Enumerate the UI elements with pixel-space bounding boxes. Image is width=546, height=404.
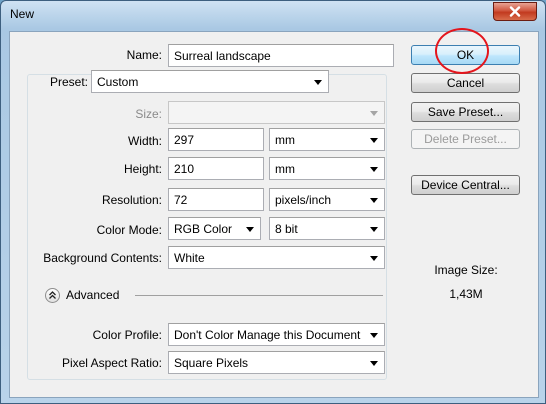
size-select	[168, 101, 385, 124]
dropdown-arrow-icon	[370, 198, 378, 203]
device-central-button[interactable]: Device Central...	[411, 175, 520, 195]
chevron-up-double-icon	[49, 291, 56, 299]
title-bar[interactable]: New	[1, 1, 545, 31]
color-profile-value: Don't Color Manage this Document	[174, 328, 361, 342]
preset-select[interactable]: Custom	[91, 70, 329, 93]
dropdown-arrow-icon	[370, 111, 378, 116]
dropdown-arrow-icon	[370, 361, 378, 366]
size-label: Size:	[135, 107, 162, 121]
bit-depth-value: 8 bit	[275, 222, 298, 236]
bit-depth-select[interactable]: 8 bit	[269, 217, 385, 240]
dialog-content: Name: Surreal landscape Preset: Custom S…	[9, 31, 539, 398]
background-contents-label: Background Contents:	[43, 251, 162, 265]
background-contents-value: White	[174, 251, 205, 265]
resolution-label: Resolution:	[101, 193, 162, 207]
dropdown-arrow-icon	[370, 256, 378, 261]
color-profile-label: Color Profile:	[92, 328, 162, 342]
advanced-toggle-button[interactable]	[45, 288, 60, 303]
color-mode-value: RGB Color	[174, 222, 233, 236]
width-unit-value: mm	[275, 133, 295, 147]
name-input[interactable]: Surreal landscape	[168, 44, 394, 67]
window-title: New	[10, 7, 35, 21]
dropdown-arrow-icon	[246, 227, 254, 232]
height-label: Height:	[123, 162, 162, 176]
dialog-window: New Name: Surreal landscape Preset: Cust…	[0, 0, 546, 404]
width-input[interactable]: 297	[168, 128, 264, 151]
preset-label: Preset:	[34, 75, 90, 89]
width-label: Width:	[127, 134, 162, 148]
color-profile-select[interactable]: Don't Color Manage this Document	[168, 323, 385, 346]
height-unit-select[interactable]: mm	[269, 157, 385, 180]
resolution-unit-value: pixels/inch	[275, 193, 332, 207]
dropdown-arrow-icon	[370, 227, 378, 232]
resolution-unit-select[interactable]: pixels/inch	[269, 188, 385, 211]
close-button[interactable]	[493, 2, 537, 21]
color-mode-select[interactable]: RGB Color	[168, 217, 261, 240]
close-icon	[509, 6, 521, 17]
height-unit-value: mm	[275, 162, 295, 176]
background-contents-select[interactable]: White	[168, 246, 385, 269]
dropdown-arrow-icon	[370, 138, 378, 143]
cancel-button[interactable]: Cancel	[411, 73, 520, 93]
save-preset-button[interactable]: Save Preset...	[411, 102, 520, 122]
name-label: Name:	[126, 48, 162, 62]
resolution-input[interactable]: 72	[168, 188, 264, 211]
highlight-circle-annotation	[435, 28, 489, 74]
advanced-divider	[135, 295, 383, 296]
dropdown-arrow-icon	[314, 80, 322, 85]
delete-preset-button: Delete Preset...	[411, 129, 520, 149]
pixel-aspect-ratio-label: Pixel Aspect Ratio:	[61, 356, 162, 370]
pixel-aspect-ratio-value: Square Pixels	[174, 356, 249, 370]
image-size-value: 1,43M	[449, 287, 483, 301]
width-unit-select[interactable]: mm	[269, 128, 385, 151]
dropdown-arrow-icon	[370, 167, 378, 172]
preset-value: Custom	[97, 75, 139, 89]
advanced-label: Advanced	[66, 288, 120, 302]
dropdown-arrow-icon	[370, 333, 378, 338]
pixel-aspect-ratio-select[interactable]: Square Pixels	[168, 351, 385, 374]
image-size-label: Image Size:	[434, 263, 498, 277]
color-mode-label: Color Mode:	[96, 223, 162, 237]
height-input[interactable]: 210	[168, 157, 264, 180]
